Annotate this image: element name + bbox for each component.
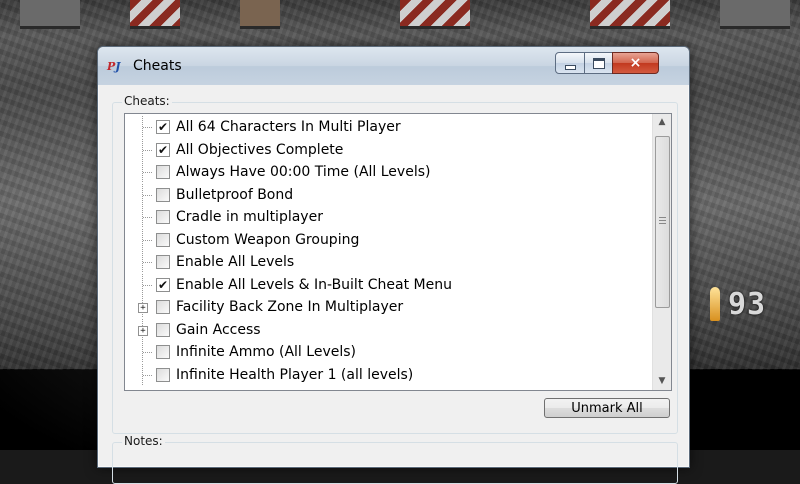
background-barrier: [720, 0, 790, 29]
tree-connector: [143, 352, 153, 353]
cheat-checkbox[interactable]: [156, 187, 170, 202]
cheat-checkbox[interactable]: [156, 210, 170, 224]
ammo-hud: 93: [710, 282, 800, 326]
cheat-list-item[interactable]: Enable All Levels: [125, 251, 650, 273]
cheats-group-label: Cheats:: [122, 94, 172, 108]
tree-connector: [143, 374, 153, 376]
window-title: Cheats: [133, 58, 182, 74]
tree-connector: [143, 262, 153, 263]
tree-connector: [143, 127, 153, 128]
cheat-label: Bulletproof Bond: [176, 186, 294, 203]
tree-connector: [143, 239, 153, 241]
bullet-icon: [710, 287, 720, 321]
cheat-list-item[interactable]: Always Have 00:00 Time (All Levels): [125, 161, 650, 183]
cheat-label: Enable All Levels & In-Built Cheat Menu: [176, 276, 452, 293]
background-barrier: [240, 0, 280, 29]
title-bar[interactable]: PJ Cheats ×: [98, 47, 689, 85]
cheat-list-item[interactable]: + Facility Back Zone In Multiplayer: [125, 296, 650, 318]
ammo-count: 93: [728, 286, 767, 322]
minimize-button[interactable]: [555, 52, 585, 74]
cheat-checkbox[interactable]: ✔: [156, 277, 170, 292]
tree-connector: [143, 149, 153, 151]
cheat-checkbox[interactable]: [156, 322, 170, 337]
tree-connector: [143, 217, 153, 218]
background-barrier: [20, 0, 80, 29]
tree-connector: [143, 194, 153, 196]
cheat-label: Infinite Health Player 1 (all levels): [176, 366, 414, 383]
cheat-label: Custom Weapon Grouping: [176, 231, 360, 248]
scroll-down-arrow-icon[interactable]: ▼: [653, 373, 671, 390]
cheat-checkbox[interactable]: [156, 300, 170, 314]
expand-plus-icon[interactable]: +: [138, 325, 148, 336]
cheat-list-item[interactable]: Custom Weapon Grouping: [125, 228, 650, 251]
notes-groupbox: Notes:: [112, 434, 678, 484]
cheat-label: Enable All Levels: [176, 254, 295, 270]
scroll-grip-icon: [659, 217, 666, 224]
minimize-icon: [564, 64, 576, 70]
scroll-thumb[interactable]: [655, 136, 670, 308]
cheat-label: Cradle in multiplayer: [176, 209, 323, 225]
cheat-list-item[interactable]: Infinite Ammo (All Levels): [125, 341, 650, 363]
cheat-checkbox[interactable]: [156, 345, 170, 359]
cheat-label: All Objectives Complete: [176, 141, 344, 158]
unmark-all-button[interactable]: Unmark All: [544, 398, 670, 418]
cheat-label: All 64 Characters In Multi Player: [176, 119, 401, 135]
cheat-checkbox[interactable]: [156, 255, 170, 269]
background-barrier: [130, 0, 180, 29]
cheats-window: PJ Cheats × Cheats: ✔ All 64 Characters I…: [97, 46, 690, 484]
tree-connector: [143, 284, 153, 286]
cheat-label: Gain Access: [176, 321, 261, 338]
close-icon: ×: [629, 55, 642, 71]
close-button[interactable]: ×: [612, 52, 659, 74]
cheat-checkbox[interactable]: [156, 367, 170, 382]
cheat-checkbox[interactable]: [156, 165, 170, 179]
background-barrier: [590, 0, 670, 29]
cheat-list-item[interactable]: Cradle in multiplayer: [125, 206, 650, 228]
cheat-list-item[interactable]: ✔ All 64 Characters In Multi Player: [125, 116, 650, 138]
cheat-list-item[interactable]: + Gain Access: [125, 318, 650, 341]
expand-plus-icon[interactable]: +: [138, 303, 148, 313]
cheat-label: Infinite Ammo (All Levels): [176, 344, 356, 360]
cheat-list-item[interactable]: ✔ Enable All Levels & In-Built Cheat Menu: [125, 273, 650, 296]
maximize-button[interactable]: [584, 52, 613, 74]
cheat-list-item[interactable]: Infinite Health Player 1 (all levels): [125, 363, 650, 386]
cheats-tree-list[interactable]: ✔ All 64 Characters In Multi Player ✔ All O…: [124, 113, 672, 391]
notes-group-label: Notes:: [122, 434, 165, 448]
pj64-icon: PJ: [107, 60, 121, 73]
tree-connector: [143, 172, 153, 173]
vertical-scrollbar[interactable]: ▲ ▼: [652, 114, 671, 390]
cheat-label: Facility Back Zone In Multiplayer: [176, 299, 404, 315]
background-barrier: [400, 0, 470, 29]
maximize-icon: [592, 57, 605, 69]
cheat-checkbox[interactable]: ✔: [156, 142, 170, 157]
cheat-label: Always Have 00:00 Time (All Levels): [176, 164, 431, 180]
cheat-list-item[interactable]: ✔ All Objectives Complete: [125, 138, 650, 161]
cheat-list-item[interactable]: Bulletproof Bond: [125, 183, 650, 206]
scroll-up-arrow-icon[interactable]: ▲: [653, 114, 671, 131]
cheat-checkbox[interactable]: ✔: [156, 120, 170, 134]
cheat-checkbox[interactable]: [156, 232, 170, 247]
